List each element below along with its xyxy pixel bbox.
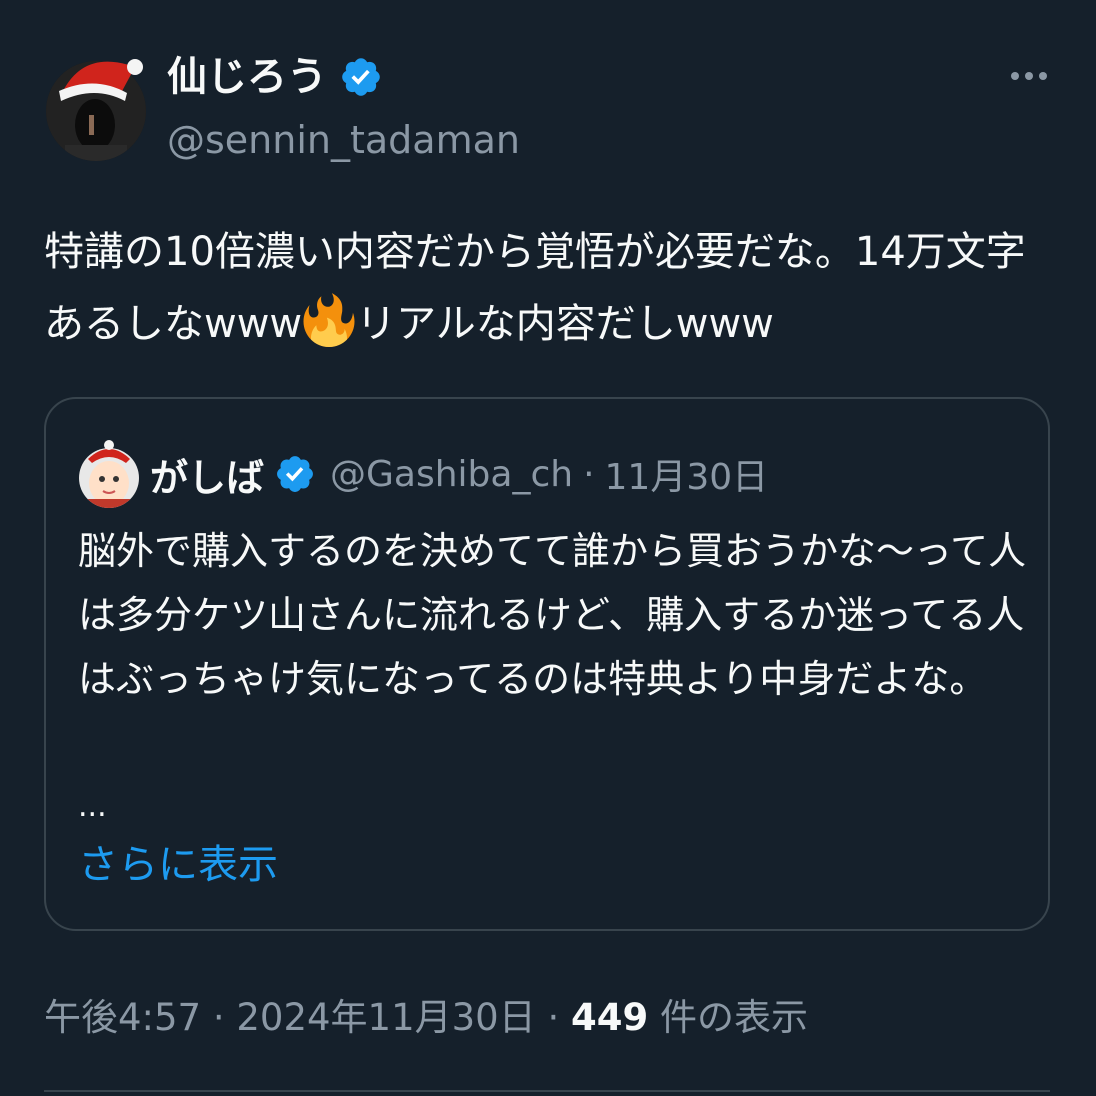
author-handle[interactable]: @sennin_tadaman	[167, 114, 520, 166]
meta-separator: ·	[535, 996, 572, 1039]
quote-header: がしば @Gashiba_ch · 11月30日	[150, 445, 768, 503]
author-name-text: 仙じろう	[167, 54, 327, 100]
show-more-link[interactable]: さらに表示	[78, 837, 278, 893]
verified-badge-icon	[277, 456, 313, 492]
tweet-meta: 午後4:57 · 2024年11月30日 · 449 件の表示	[44, 990, 808, 1046]
divider	[44, 1090, 1050, 1092]
santa-hat-avatar-icon	[46, 59, 146, 161]
views-count: 449	[571, 996, 649, 1039]
tweet-text-part2: リアルな内容だしwww	[356, 301, 774, 347]
tweet-text: 特講の10倍濃い内容だから覚悟が必要だな。14万文字あるしなwww リアルな内容…	[44, 216, 1064, 360]
quote-separator: ·	[583, 453, 595, 495]
tweet-date[interactable]: 2024年11月30日	[236, 996, 535, 1039]
quote-text: 脳外で購入するのを決めてて誰から買おうかな〜って人は多分ケツ山さんに流れるけど、…	[78, 529, 1027, 701]
quote-tweet-card[interactable]: がしば @Gashiba_ch · 11月30日 脳外で購入するのを決めてて誰か…	[44, 397, 1050, 931]
quote-author-name[interactable]: がしば	[150, 447, 264, 502]
meta-separator: ·	[201, 996, 237, 1039]
tweet-time[interactable]: 午後4:57	[44, 996, 201, 1039]
quote-author-handle[interactable]: @Gashiba_ch	[330, 454, 573, 495]
more-horizontal-icon	[1011, 72, 1047, 80]
quote-author-avatar[interactable]	[78, 433, 140, 509]
more-options-button[interactable]	[1004, 56, 1054, 96]
fire-emoji-icon	[303, 293, 355, 347]
quote-date[interactable]: 11月30日	[605, 448, 769, 500]
author-display-name[interactable]: 仙じろう	[167, 50, 383, 104]
verified-badge-icon	[342, 58, 380, 96]
quote-ellipsis: ...	[78, 789, 107, 824]
views-label: 件の表示	[648, 996, 809, 1039]
cartoon-avatar-icon	[79, 440, 139, 508]
author-avatar[interactable]	[45, 45, 147, 165]
tweet-detail: 仙じろう @sennin_tadaman 特講の10倍濃い内容だから覚悟が必要だ…	[0, 0, 1096, 1096]
